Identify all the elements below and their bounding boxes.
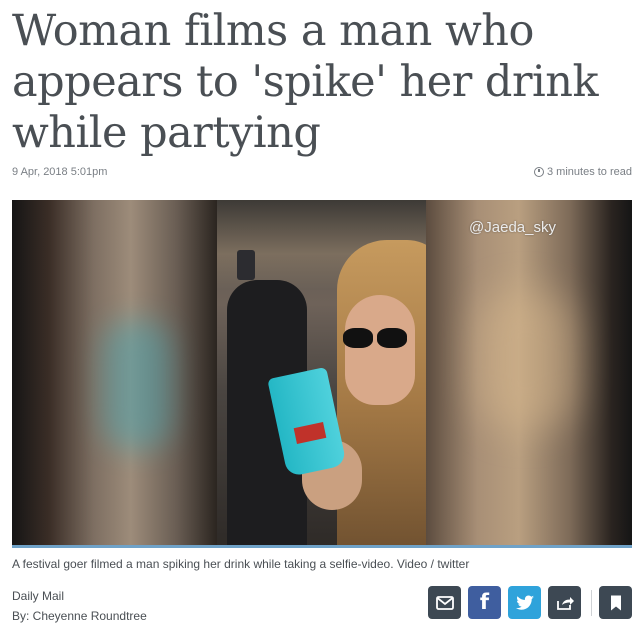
share-button[interactable] bbox=[548, 586, 581, 619]
facebook-icon: f bbox=[479, 590, 490, 614]
woman-face bbox=[345, 295, 415, 405]
read-time: 3 minutes to read bbox=[534, 166, 632, 178]
video-frame bbox=[217, 200, 426, 548]
read-time-label: 3 minutes to read bbox=[547, 166, 632, 178]
article-meta: 9 Apr, 2018 5:01pm 3 minutes to read bbox=[12, 166, 632, 180]
facebook-share-button[interactable]: f bbox=[468, 586, 501, 619]
article-byline: By: Cheyenne Roundtree bbox=[12, 609, 147, 623]
video-blur-left bbox=[12, 200, 217, 548]
video-progress-bar[interactable] bbox=[12, 545, 632, 548]
email-share-button[interactable] bbox=[428, 586, 461, 619]
twitter-share-button[interactable] bbox=[508, 586, 541, 619]
bookmark-button[interactable] bbox=[599, 586, 632, 619]
video-caption: A festival goer filmed a man spiking her… bbox=[12, 557, 470, 571]
clock-icon bbox=[534, 167, 544, 177]
mail-icon bbox=[435, 595, 454, 610]
bookmark-icon bbox=[610, 595, 621, 610]
video-blur-right bbox=[426, 200, 632, 548]
video-player[interactable]: @Jaeda_sky bbox=[12, 200, 632, 548]
article-headline: Woman films a man who appears to 'spike'… bbox=[12, 6, 599, 158]
phone bbox=[237, 250, 255, 280]
video-progress-fill bbox=[12, 545, 632, 548]
sunglasses-right-lens bbox=[377, 328, 407, 348]
sunglasses-left-lens bbox=[343, 328, 373, 348]
twitter-icon bbox=[515, 595, 534, 610]
share-divider bbox=[591, 590, 592, 616]
publish-date: 9 Apr, 2018 5:01pm bbox=[12, 166, 108, 178]
share-icon bbox=[556, 596, 574, 610]
video-watermark: @Jaeda_sky bbox=[469, 219, 556, 236]
article-source: Daily Mail bbox=[12, 589, 65, 603]
